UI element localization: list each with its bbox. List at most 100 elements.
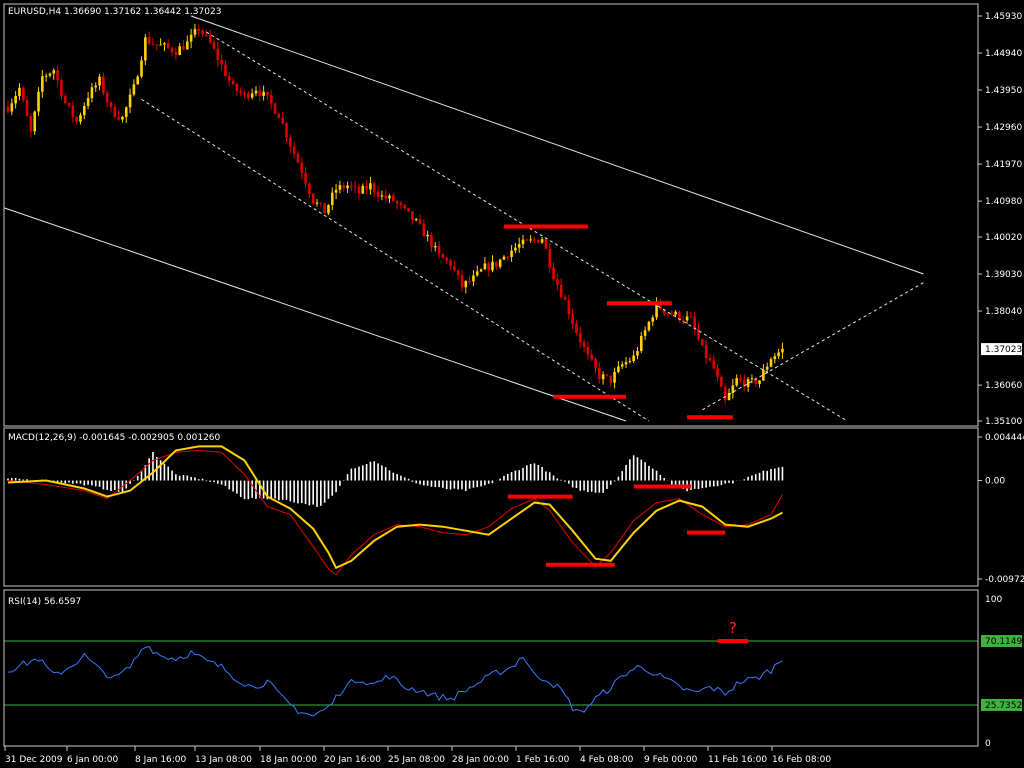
rsi-pane-frame [3, 589, 979, 747]
candle-body [281, 118, 284, 124]
candle-body [52, 70, 56, 74]
candle-body [559, 284, 563, 298]
candle-body [117, 117, 120, 120]
candle-body [483, 263, 487, 270]
candle-body [468, 281, 471, 283]
candle-body [620, 364, 624, 367]
candle-body [334, 189, 338, 193]
candle-body [575, 323, 578, 333]
candle-body [113, 107, 117, 118]
candle-body [514, 247, 517, 251]
candle-body [44, 75, 48, 77]
candle-body [605, 374, 609, 376]
rsi-level-label: 70.1149 [985, 637, 1022, 647]
candle-body [105, 92, 109, 103]
time-tick-label: 4 Feb 08:00 [580, 755, 634, 765]
candle-body [63, 96, 67, 104]
price-header: EURUSD,H4 1.36690 1.37162 1.36442 1.3702… [8, 7, 221, 17]
candle-body [33, 111, 37, 132]
candle-body [83, 105, 86, 116]
candle-body [762, 369, 765, 381]
candle-body [372, 183, 376, 192]
candle-body [552, 267, 555, 280]
candle-body [464, 281, 468, 288]
candle-body [533, 239, 536, 241]
candle-body [94, 85, 98, 88]
candle-body [235, 84, 239, 92]
candle-body [67, 103, 71, 106]
candle-body [227, 76, 231, 81]
candle-body [220, 60, 223, 65]
candle-body [781, 348, 784, 353]
candle-body [376, 191, 380, 197]
price-tick-label: 1.41970 [985, 160, 1022, 170]
candle-body [567, 299, 571, 315]
candle-body [582, 342, 586, 348]
candle-body [495, 261, 498, 267]
candle-body [681, 319, 685, 321]
time-tick-label: 25 Jan 08:00 [388, 755, 445, 765]
candle-body [189, 34, 193, 42]
candle-body [475, 271, 479, 276]
candle-body [353, 186, 357, 188]
candle-body [289, 137, 292, 147]
macd-tick-label: 0.004444 [985, 433, 1024, 443]
candle-body [90, 87, 94, 99]
candle-body [144, 37, 147, 61]
candle-body [388, 195, 391, 199]
candle-body [323, 203, 326, 214]
candle-body [56, 70, 59, 81]
candle-body [342, 185, 346, 189]
rsi-header: RSI(14) 56.6597 [8, 597, 81, 607]
candle-body [109, 102, 113, 108]
candle-body [170, 47, 174, 53]
candle-body [536, 239, 540, 243]
candle-body [544, 239, 548, 249]
candle-body [250, 93, 254, 98]
candle-body [777, 352, 780, 357]
candle-body [365, 185, 368, 190]
time-tick-label: 18 Jan 00:00 [260, 755, 317, 765]
price-tick-label: 1.36060 [985, 381, 1022, 391]
time-tick-label: 28 Jan 00:00 [452, 755, 509, 765]
candle-body [571, 314, 574, 324]
candle-body [586, 347, 590, 355]
candle-body [174, 52, 178, 55]
candle-body [411, 211, 414, 221]
candle-body [437, 245, 441, 254]
candle-body [403, 204, 407, 209]
trendlines [4, 15, 924, 422]
candle-body [395, 200, 399, 204]
macd-signal-line [7, 445, 783, 570]
time-tick-label: 1 Feb 16:00 [516, 755, 570, 765]
candle-body [319, 202, 323, 204]
macd-tick-label: 0.00 [985, 477, 1005, 487]
candle-body [422, 223, 426, 237]
candle-body [441, 253, 445, 259]
dashed-channel-line [141, 98, 650, 422]
candle-body [636, 350, 639, 356]
candle-body [155, 44, 159, 46]
time-tick-label: 8 Jan 16:00 [135, 755, 187, 765]
candle-body [556, 279, 559, 285]
candle-body [273, 103, 277, 114]
candle-body [453, 266, 456, 271]
rsi-pane: ? RSI(14) 56.6597 [4, 597, 978, 717]
price-tick-label: 1.40020 [985, 233, 1022, 243]
candle-body [426, 234, 429, 237]
candle-body [689, 316, 693, 318]
candle-body [430, 234, 433, 248]
candle-body [701, 339, 704, 346]
candle-body [735, 378, 738, 386]
candle-body [10, 103, 14, 112]
candle-body [266, 91, 269, 96]
candle-body [548, 248, 552, 268]
candle-body [182, 46, 185, 50]
candle-body [71, 105, 75, 118]
candle-body [498, 259, 502, 267]
candle-body [346, 185, 349, 189]
candle-body [338, 185, 342, 190]
candle-body [472, 275, 475, 282]
candle-body [628, 361, 632, 363]
macd-line [7, 449, 783, 576]
